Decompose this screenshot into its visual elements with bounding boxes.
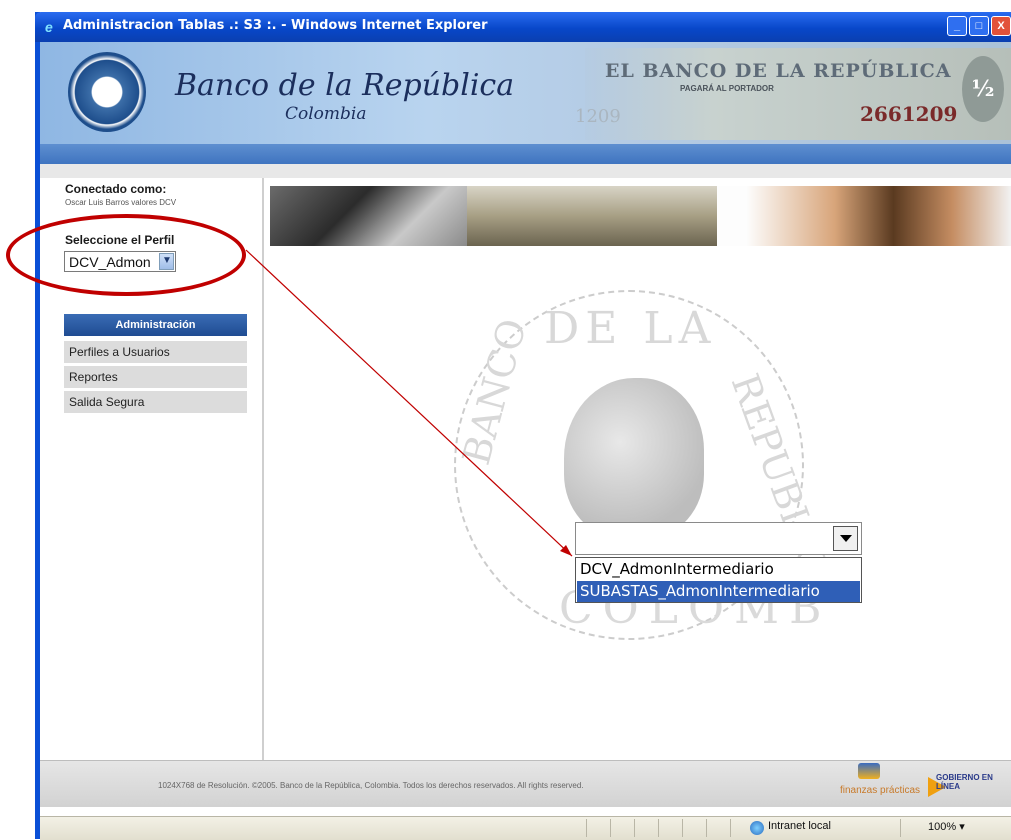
- page-footer: 1024X768 de Resolución. ©2005. Banco de …: [40, 760, 1011, 807]
- finanzas-icon: [858, 763, 880, 779]
- header-banner: Banco de la República Colombia 1209 EL B…: [40, 42, 1011, 144]
- cathedral-photo: [467, 186, 717, 246]
- zoom-level[interactable]: 100% ▾: [928, 820, 965, 833]
- menu-item-salida[interactable]: Salida Segura: [64, 391, 247, 413]
- status-divider: [706, 819, 707, 837]
- status-bar: Intranet local 100% ▾: [40, 816, 1011, 840]
- banknote-half-emblem: ½: [962, 56, 1004, 122]
- status-divider: [682, 819, 683, 837]
- profile-dropdown-list: DCV_AdmonIntermediario SUBASTAS_AdmonInt…: [575, 557, 862, 603]
- banknote-subtitle: PAGARÁ AL PORTADOR: [680, 84, 774, 93]
- menu-item-reportes[interactable]: Reportes: [64, 366, 247, 388]
- header-divider: [40, 164, 1011, 178]
- status-divider: [586, 819, 587, 837]
- maximize-button[interactable]: □: [969, 16, 989, 36]
- dropdown-option[interactable]: DCV_AdmonIntermediario: [577, 559, 860, 580]
- brand-name: Banco de la República: [175, 68, 515, 103]
- finanzas-logo[interactable]: finanzas prácticas: [840, 785, 920, 796]
- watermark-text-top: DE LA: [544, 303, 717, 354]
- connected-label: Conectado como:: [65, 182, 167, 196]
- intranet-icon: [750, 821, 764, 835]
- annotation-ellipse: [6, 214, 246, 296]
- window-titlebar[interactable]: e Administracion Tablas .: S3 :. - Windo…: [35, 12, 1011, 42]
- minimize-button[interactable]: _: [947, 16, 967, 36]
- banknote-number: 2661209: [860, 102, 958, 126]
- banknote-faded-number: 1209: [575, 106, 621, 127]
- status-divider: [634, 819, 635, 837]
- status-divider: [730, 819, 731, 837]
- zoom-value: 100%: [928, 821, 957, 833]
- menu-heading: Administración: [64, 314, 247, 336]
- gobierno-logo[interactable]: GOBIERNO EN LÍNEA: [936, 773, 1011, 791]
- keyboard-photo: [270, 186, 467, 246]
- profile-combo-enlarged[interactable]: [575, 522, 862, 555]
- watermark-bust: [564, 378, 704, 538]
- banknote-title: EL BANCO DE LA REPÚBLICA: [605, 60, 952, 82]
- status-divider: [658, 819, 659, 837]
- main-content: DE LA BANCO REPUBLICA COLOMB: [264, 178, 1011, 760]
- close-button[interactable]: X: [991, 16, 1011, 36]
- footer-copyright: 1024X768 de Resolución. ©2005. Banco de …: [158, 781, 584, 790]
- menu-item-perfiles[interactable]: Perfiles a Usuarios: [64, 341, 247, 363]
- dropdown-option-selected[interactable]: SUBASTAS_AdmonIntermediario: [577, 581, 860, 602]
- ie-icon: e: [45, 19, 53, 35]
- security-zone: Intranet local: [768, 820, 831, 832]
- zoom-arrow[interactable]: ▾: [959, 821, 965, 833]
- connected-user: Oscar Luis Barros valores DCV: [65, 198, 177, 207]
- header-bar: [40, 144, 1011, 164]
- status-divider: [900, 819, 901, 837]
- chevron-down-icon[interactable]: [833, 526, 858, 551]
- status-divider: [610, 819, 611, 837]
- window-title: Administracion Tablas .: S3 :. - Windows…: [63, 18, 488, 33]
- people-photo: [717, 186, 1011, 246]
- brand-subtitle: Colombia: [285, 104, 367, 124]
- bank-seal-logo: [68, 52, 146, 132]
